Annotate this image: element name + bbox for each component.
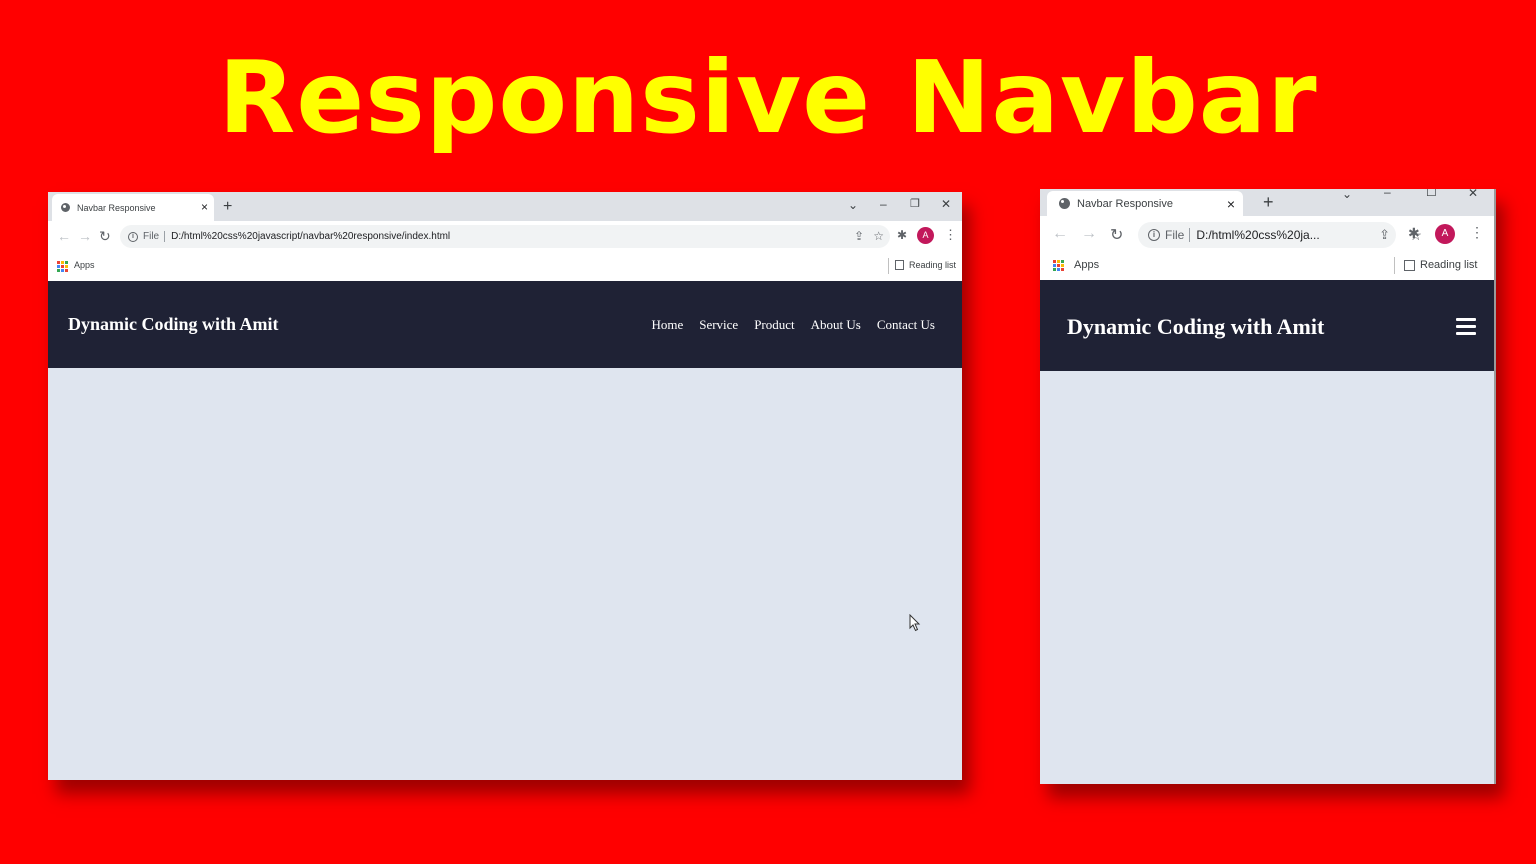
apps-bookmark[interactable]: Apps (74, 260, 95, 270)
site-brand[interactable]: Dynamic Coding with Amit (1067, 314, 1324, 340)
close-window-icon[interactable]: ✕ (1468, 189, 1478, 200)
info-icon[interactable]: i (1148, 229, 1160, 241)
share-icon[interactable]: ⇪ (854, 229, 864, 243)
menu-item-contact-us[interactable]: Contact Us (877, 317, 935, 333)
browser-toolbar: ← → ↻ i File D:/html%20css%20ja... ☆ ⇪ ✱… (1040, 216, 1494, 252)
reading-list-label: Reading list (909, 260, 957, 270)
reading-list-label: Reading list (1420, 259, 1478, 271)
globe-icon (1059, 198, 1070, 209)
apps-bookmark[interactable]: Apps (1074, 259, 1099, 271)
scheme-label: File (143, 231, 166, 242)
back-arrow-icon[interactable]: ← (57, 228, 71, 244)
reload-icon[interactable]: ↻ (1110, 225, 1123, 245)
page-content (1040, 371, 1494, 784)
address-bar[interactable]: i File D:/html%20css%20javascript/navbar… (120, 225, 890, 248)
reading-list-icon (1404, 259, 1415, 271)
tab-title: Navbar Responsive (1077, 197, 1173, 210)
reading-list-icon (895, 260, 904, 270)
tab-strip: Navbar Responsive × + ⌄ – ☐ ✕ (1040, 189, 1494, 216)
kebab-menu-icon[interactable]: ⋮ (944, 227, 957, 243)
new-tab-button[interactable]: + (223, 199, 232, 215)
menu-item-service[interactable]: Service (699, 317, 738, 333)
tab-title: Navbar Responsive (77, 202, 156, 213)
mobile-browser-window: Navbar Responsive × + ⌄ – ☐ ✕ ← → ↻ i Fi… (1040, 189, 1496, 784)
reload-icon[interactable]: ↻ (99, 228, 111, 245)
globe-icon (61, 203, 70, 212)
url-text[interactable]: D:/html%20css%20javascript/navbar%20resp… (171, 231, 450, 242)
address-bar[interactable]: i File D:/html%20css%20ja... ☆ ⇪ (1138, 222, 1422, 248)
tab-search-icon[interactable]: ⌄ (848, 198, 858, 212)
url-text[interactable]: D:/html%20css%20ja... (1196, 228, 1319, 242)
site-brand[interactable]: Dynamic Coding with Amit (68, 314, 279, 335)
tab-search-icon[interactable]: ⌄ (1342, 189, 1352, 201)
menu-item-about-us[interactable]: About Us (811, 317, 861, 333)
new-tab-button[interactable]: + (1263, 193, 1274, 211)
avatar[interactable]: A (917, 227, 934, 244)
site-menu: Home Service Product About Us Contact Us (651, 317, 935, 333)
restore-icon[interactable]: ❐ (910, 197, 920, 210)
scheme-label: File (1165, 228, 1191, 242)
minimize-icon[interactable]: – (1384, 189, 1391, 199)
star-icon[interactable]: ☆ (873, 229, 884, 243)
site-navbar: Dynamic Coding with Amit Home Service Pr… (48, 281, 962, 368)
maximize-icon[interactable]: ☐ (1426, 189, 1437, 199)
puzzle-icon[interactable]: ✱ (1408, 225, 1420, 242)
tab-close-icon[interactable]: × (1227, 196, 1235, 212)
browser-toolbar: ← → ↻ i File D:/html%20css%20javascript/… (48, 221, 962, 252)
browser-tab[interactable]: Navbar Responsive × (52, 194, 214, 221)
menu-item-product[interactable]: Product (754, 317, 794, 333)
menu-item-home[interactable]: Home (651, 317, 683, 333)
info-icon[interactable]: i (128, 231, 138, 242)
apps-grid-icon[interactable] (1053, 260, 1064, 271)
forward-arrow-icon[interactable]: → (1081, 225, 1097, 243)
puzzle-icon[interactable]: ✱ (897, 228, 907, 242)
site-navbar: Dynamic Coding with Amit (1040, 280, 1494, 371)
tab-strip: Navbar Responsive × + ⌄ – ❐ ✕ (48, 192, 962, 221)
tab-close-icon[interactable]: × (201, 200, 208, 214)
avatar[interactable]: A (1435, 224, 1455, 244)
desktop-browser-window: Navbar Responsive × + ⌄ – ❐ ✕ ← → ↻ i Fi… (48, 192, 962, 780)
share-icon[interactable]: ⇪ (1379, 227, 1390, 243)
hamburger-menu-icon[interactable] (1456, 318, 1476, 339)
apps-grid-icon[interactable] (57, 261, 68, 272)
bookmarks-bar: Apps Reading list (1040, 252, 1494, 280)
back-arrow-icon[interactable]: ← (1052, 225, 1068, 243)
headline: Responsive Navbar (218, 39, 1318, 156)
forward-arrow-icon[interactable]: → (78, 228, 92, 244)
kebab-menu-icon[interactable]: ⋮ (1470, 224, 1484, 241)
minimize-icon[interactable]: – (880, 197, 887, 211)
bookmarks-divider (888, 258, 889, 274)
close-window-icon[interactable]: ✕ (941, 197, 951, 211)
reading-list-button[interactable]: Reading list (1404, 259, 1477, 271)
reading-list-button[interactable]: Reading list (895, 260, 956, 270)
bookmarks-bar: Apps Reading list (48, 252, 962, 281)
bookmarks-divider (1394, 257, 1395, 274)
browser-tab[interactable]: Navbar Responsive × (1047, 191, 1243, 216)
page-content (48, 368, 962, 780)
